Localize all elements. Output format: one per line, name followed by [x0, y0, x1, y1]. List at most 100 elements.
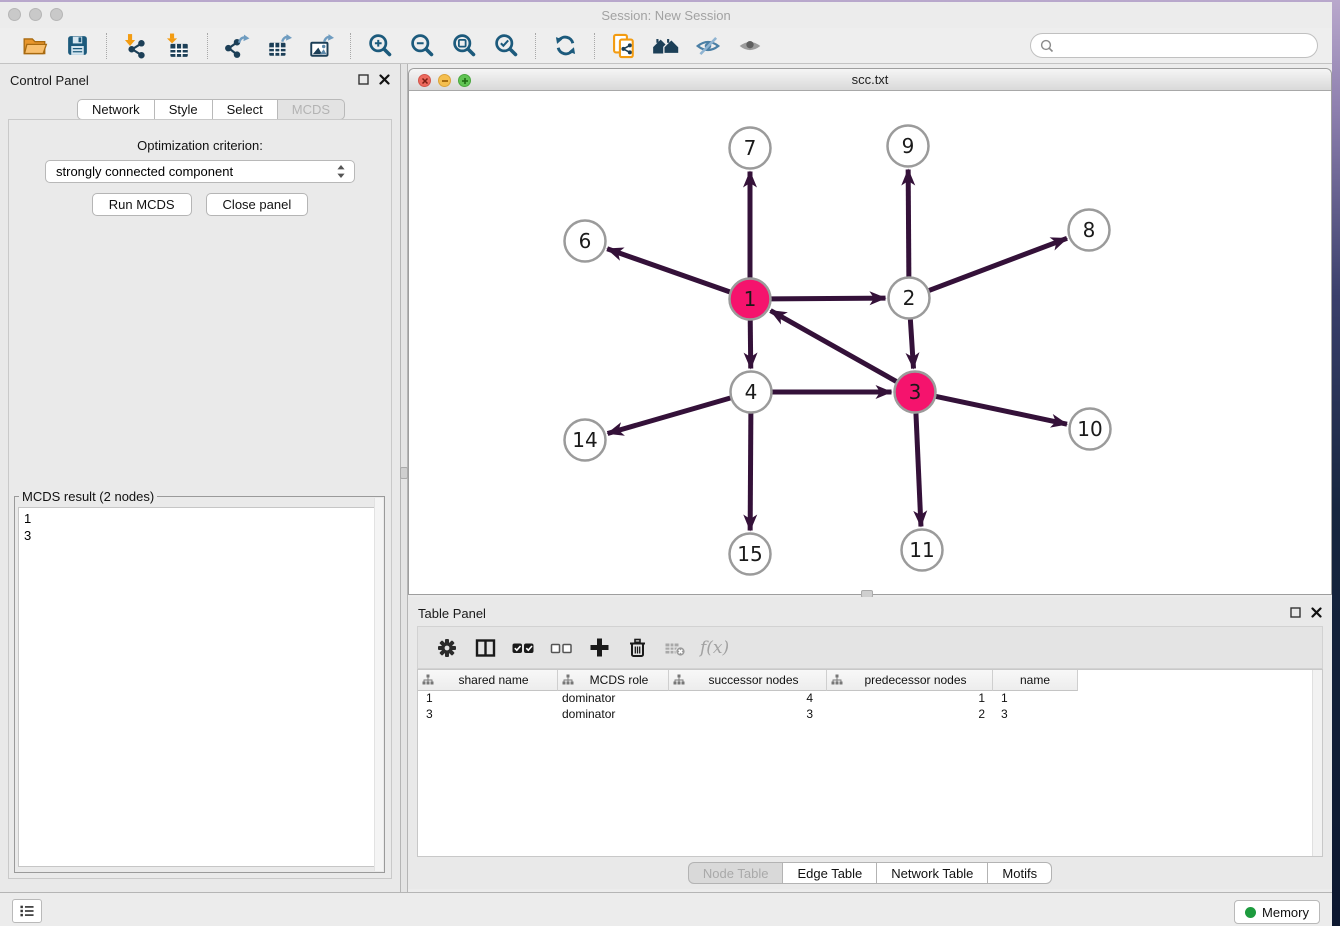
- network-from-file-button[interactable]: [609, 31, 639, 61]
- open-session-button[interactable]: [20, 31, 50, 61]
- delete-row-button[interactable]: [622, 633, 652, 663]
- cell-shared-name[interactable]: 3: [418, 707, 558, 723]
- table-panel: Table Panel: [408, 597, 1332, 889]
- save-floppy-icon: [65, 33, 90, 58]
- cell-predecessor-nodes[interactable]: 1: [827, 691, 993, 707]
- table-row[interactable]: 1 dominator 4 1 1: [418, 691, 1322, 707]
- checked-boxes-icon: [511, 637, 535, 659]
- export-table-button[interactable]: [264, 31, 294, 61]
- cell-shared-name[interactable]: 1: [418, 691, 558, 707]
- graph-node-label-3: 3: [909, 380, 922, 404]
- close-panel-icon[interactable]: [379, 74, 390, 85]
- vertical-splitter[interactable]: [400, 64, 408, 892]
- tab-edge-table[interactable]: Edge Table: [783, 862, 877, 884]
- eye-icon: [736, 33, 764, 59]
- graph-edge-1-6[interactable]: [607, 249, 730, 292]
- delete-table-button[interactable]: [660, 633, 690, 663]
- zoom-in-button[interactable]: [365, 31, 395, 61]
- tab-network-table[interactable]: Network Table: [877, 862, 988, 884]
- float-panel-icon[interactable]: [1290, 607, 1301, 618]
- cell-name[interactable]: 1: [993, 691, 1078, 707]
- mcds-result-text[interactable]: 1 3: [18, 507, 381, 867]
- export-image-button[interactable]: [306, 31, 336, 61]
- close-panel-button[interactable]: Close panel: [206, 193, 309, 216]
- graph-edge-4-15[interactable]: [750, 413, 751, 530]
- cell-successor-nodes[interactable]: 4: [669, 691, 827, 707]
- home-views-button[interactable]: [651, 31, 681, 61]
- tab-node-table[interactable]: Node Table: [688, 862, 784, 884]
- network-view-title: scc.txt: [409, 69, 1331, 91]
- refresh-styles-button[interactable]: [550, 31, 580, 61]
- result-scrollbar[interactable]: [374, 498, 383, 871]
- zoom-out-button[interactable]: [407, 31, 437, 61]
- close-window-button[interactable]: [8, 8, 21, 21]
- cell-successor-nodes[interactable]: 3: [669, 707, 827, 723]
- cell-name[interactable]: 3: [993, 707, 1078, 723]
- column-header-mcds-role[interactable]: MCDS role: [558, 670, 669, 691]
- tab-select[interactable]: Select: [213, 99, 278, 120]
- cell-mcds-role[interactable]: dominator: [558, 691, 669, 707]
- function-builder-button[interactable]: f(x): [700, 638, 729, 658]
- zoom-out-icon: [409, 32, 436, 59]
- maximize-view-button[interactable]: [458, 74, 471, 87]
- close-panel-icon[interactable]: [1311, 607, 1322, 618]
- zoom-selected-button[interactable]: [491, 31, 521, 61]
- network-canvas[interactable]: 1234678910111415: [409, 91, 1331, 594]
- close-view-button[interactable]: [418, 74, 431, 87]
- criterion-select[interactable]: strongly connected component: [45, 160, 355, 183]
- show-details-button[interactable]: [735, 31, 765, 61]
- cell-predecessor-nodes[interactable]: 2: [827, 707, 993, 723]
- memory-button[interactable]: Memory: [1234, 900, 1320, 924]
- graph-edge-2-3[interactable]: [910, 319, 913, 368]
- show-columns-button[interactable]: [470, 633, 500, 663]
- control-panel: Control Panel Network Style Select MCDS …: [0, 64, 400, 892]
- export-table-icon: [266, 33, 292, 59]
- save-session-button[interactable]: [62, 31, 92, 61]
- column-header-predecessor-nodes[interactable]: predecessor nodes: [827, 670, 993, 691]
- column-header-name[interactable]: name: [993, 670, 1078, 691]
- eye-slash-icon: [694, 33, 722, 59]
- graph-edge-1-2[interactable]: [771, 298, 885, 299]
- zoom-fit-icon: [451, 32, 478, 59]
- table-settings-button[interactable]: [432, 633, 462, 663]
- tab-network[interactable]: Network: [77, 99, 155, 120]
- add-row-button[interactable]: [584, 633, 614, 663]
- import-network-button[interactable]: [121, 31, 151, 61]
- zoom-in-icon: [367, 32, 394, 59]
- run-mcds-button[interactable]: Run MCDS: [92, 193, 192, 216]
- mcds-result-title: MCDS result (2 nodes): [19, 489, 157, 504]
- zoom-fit-button[interactable]: [449, 31, 479, 61]
- search-box: [1030, 33, 1318, 58]
- hide-details-button[interactable]: [693, 31, 723, 61]
- export-network-button[interactable]: [222, 31, 252, 61]
- float-panel-icon[interactable]: [358, 74, 369, 85]
- table-row[interactable]: 3 dominator 3 2 3: [418, 707, 1322, 723]
- import-table-button[interactable]: [163, 31, 193, 61]
- table-scrollbar[interactable]: [1312, 670, 1322, 856]
- graph-edge-1-4[interactable]: [750, 320, 751, 368]
- minimize-view-button[interactable]: [438, 74, 451, 87]
- graph-edge-4-14[interactable]: [608, 398, 731, 434]
- graph-edge-2-8[interactable]: [929, 238, 1067, 290]
- column-header-successor-nodes[interactable]: successor nodes: [669, 670, 827, 691]
- graph-node-label-11: 11: [909, 538, 934, 562]
- cell-mcds-role[interactable]: dominator: [558, 707, 669, 723]
- tab-motifs[interactable]: Motifs: [988, 862, 1052, 884]
- minimize-icon: [441, 77, 449, 85]
- graph-edge-3-11[interactable]: [916, 413, 921, 526]
- select-all-button[interactable]: [508, 633, 538, 663]
- graph-edge-2-9[interactable]: [908, 169, 909, 276]
- deselect-all-button[interactable]: [546, 633, 576, 663]
- table-toolbar: f(x): [417, 626, 1323, 669]
- splitter-grip[interactable]: [400, 467, 408, 479]
- minimize-window-button[interactable]: [29, 8, 42, 21]
- zoom-window-button[interactable]: [50, 8, 63, 21]
- search-input[interactable]: [1055, 36, 1317, 56]
- graph-edge-3-1[interactable]: [770, 311, 896, 382]
- memory-status-icon: [1245, 907, 1256, 918]
- column-header-shared-name[interactable]: shared name: [418, 670, 558, 691]
- graph-edge-3-10[interactable]: [936, 396, 1067, 424]
- task-history-button[interactable]: [12, 899, 42, 923]
- tab-mcds[interactable]: MCDS: [278, 99, 345, 120]
- tab-style[interactable]: Style: [155, 99, 213, 120]
